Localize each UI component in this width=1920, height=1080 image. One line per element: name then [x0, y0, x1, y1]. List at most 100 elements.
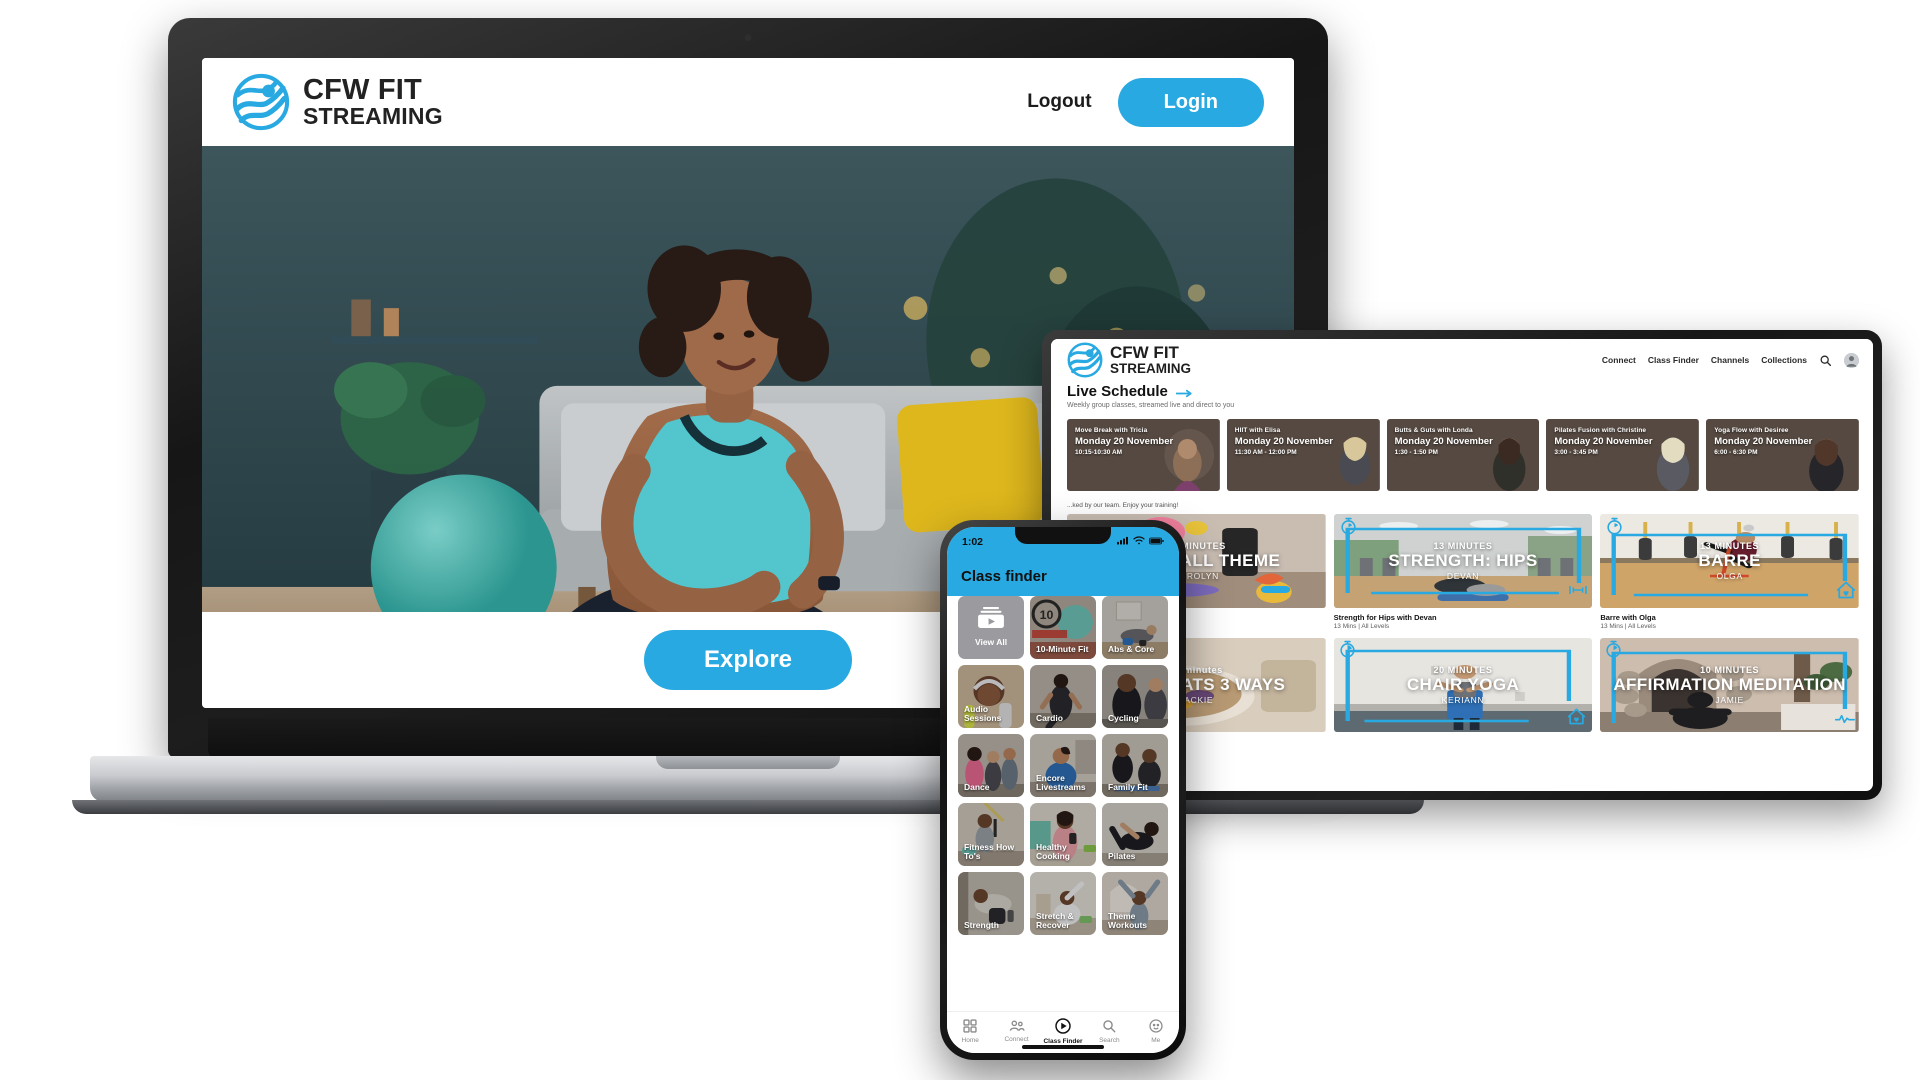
page-title: Class finder [961, 568, 1047, 585]
video-thumb-overlay: 20 MINUTES CHAIR YOGA KERIANN [1334, 638, 1593, 732]
class-tile-view-all[interactable]: View All [958, 596, 1024, 659]
video-instructor: DEVAN [1446, 570, 1480, 581]
video-thumb-overlay: 13 MINUTES BARRE OLGA [1600, 514, 1859, 608]
video-thumb-overlay: 10 MINUTES AFFIRMATION MEDITATION JAMIE [1600, 638, 1859, 732]
video-card[interactable]: 20 MINUTES CHAIR YOGA KERIANN [1333, 638, 1593, 737]
class-tile-label: Theme Workouts [1108, 910, 1148, 930]
tab-label: Search [1099, 1037, 1120, 1044]
class-tile-label: Audio Sessions [964, 703, 1002, 723]
live-card-date: Monday 20 November [1234, 436, 1333, 447]
live-class-card[interactable]: Move Break with Tricia Monday 20 Novembe… [1067, 419, 1220, 491]
tab-connect[interactable]: Connect [993, 1020, 1039, 1043]
video-thumb-overlay: 13 MINUTES STRENGTH: HIPS DEVAN [1334, 514, 1593, 608]
class-tile-label: 10-Minute Fit [1036, 643, 1089, 654]
tab-label: Me [1151, 1037, 1161, 1044]
video-duration-label: 13 MINUTES [1433, 541, 1493, 552]
phone-notch [1015, 527, 1111, 544]
video-title: BARRE [1698, 551, 1761, 571]
search-icon [1102, 1019, 1116, 1035]
video-meta-title: Strength for Hips with Devan [1333, 613, 1437, 622]
class-tile[interactable]: Fitness How To's [958, 803, 1024, 866]
play-circle-icon [1055, 1018, 1071, 1036]
class-tile-label: Cardio [1036, 712, 1063, 723]
tablet-brand-logo[interactable]: CFW FIT STREAMING [1067, 342, 1191, 378]
nav-item-connect[interactable]: Connect [1602, 355, 1636, 365]
on-demand-subtitle: ...ked by our team. Enjoy your training! [1067, 502, 1179, 509]
live-card-title: Yoga Flow with Desiree [1714, 427, 1789, 434]
video-card[interactable]: 13 MINUTES BARRE OLGA Barre with Olga 13… [1600, 514, 1859, 630]
tablet-brand-wordmark: CFW FIT STREAMING [1110, 344, 1191, 375]
class-tile[interactable]: Cardio [1030, 665, 1096, 728]
live-class-card[interactable]: Pilates Fusion with Christine Monday 20 … [1546, 419, 1700, 491]
profile-icon [1149, 1019, 1163, 1035]
live-schedule-subtitle: Weekly group classes, streamed live and … [1067, 402, 1235, 409]
explore-button[interactable]: Explore [643, 630, 853, 690]
video-thumbnail[interactable]: 10 MINUTES AFFIRMATION MEDITATION JAMIE [1600, 638, 1859, 732]
arrow-right-icon[interactable] [1175, 386, 1193, 398]
class-tile[interactable]: Dance [958, 734, 1024, 797]
class-tile[interactable]: Family Fit [1102, 734, 1168, 797]
class-tile[interactable]: Stretch & Recover [1030, 872, 1096, 935]
video-library-icon [978, 607, 1004, 633]
live-card-text: Pilates Fusion with Christine Monday 20 … [1554, 427, 1691, 456]
class-tile[interactable]: Theme Workouts [1102, 872, 1168, 935]
live-schedule-row: Move Break with Tricia Monday 20 Novembe… [1051, 413, 1873, 499]
grid-home-icon [963, 1019, 977, 1035]
tab-home[interactable]: Home [947, 1019, 993, 1044]
class-tile[interactable]: 10 10-Minute Fit [1030, 596, 1096, 659]
phone-home-indicator [1022, 1045, 1104, 1049]
live-card-text: HIIT with Elisa Monday 20 November 11:30… [1235, 427, 1372, 456]
live-card-title: HIIT with Elisa [1234, 427, 1281, 434]
login-button[interactable]: Login [1117, 77, 1264, 127]
live-card-time: 10:15-10:30 AM [1075, 449, 1123, 456]
class-tile[interactable]: Strength [958, 872, 1024, 935]
cfw-wave-globe-logo-icon [1067, 342, 1103, 378]
live-card-time: 1:30 - 1:50 PM [1394, 449, 1438, 456]
tab-search[interactable]: Search [1086, 1019, 1132, 1044]
logout-link[interactable]: Logout [1027, 91, 1091, 113]
live-card-text: Yoga Flow with Desiree Monday 20 Novembe… [1714, 427, 1851, 456]
video-title: CHAIR YOGA [1406, 675, 1520, 695]
wifi-icon [1133, 536, 1145, 548]
video-instructor: KERIANN [1441, 694, 1485, 705]
live-card-text: Move Break with Tricia Monday 20 Novembe… [1075, 427, 1212, 456]
live-class-card[interactable]: Butts & Guts with Londa Monday 20 Novemb… [1386, 419, 1540, 491]
class-tile[interactable]: Cycling [1102, 665, 1168, 728]
brand-line2: STREAMING [303, 102, 443, 129]
video-instructor: OLGA [1716, 570, 1743, 581]
video-thumbnail[interactable]: 20 MINUTES CHAIR YOGA KERIANN [1333, 638, 1593, 732]
class-tile[interactable]: Audio Sessions [958, 665, 1024, 728]
video-instructor: JAMIE [1715, 694, 1744, 705]
brand-wordmark: CFW FIT STREAMING [303, 76, 443, 129]
live-class-card[interactable]: HIIT with Elisa Monday 20 November 11:30… [1226, 419, 1380, 491]
nav-item-collections[interactable]: Collections [1761, 355, 1807, 365]
video-meta-sub: 13 Mins | All Levels [1333, 623, 1390, 630]
tab-me[interactable]: Me [1133, 1019, 1179, 1044]
phone-device: 1:02 Class finder View All 10 10-Minute … [940, 520, 1186, 1060]
class-tile-label: Strength [964, 919, 999, 930]
search-icon[interactable] [1819, 354, 1832, 367]
class-tile[interactable]: Healthy Cooking [1030, 803, 1096, 866]
device-mockup-scene: CFW FIT STREAMING Logout Login Explore C… [0, 0, 1920, 1080]
live-card-title: Move Break with Tricia [1075, 427, 1148, 434]
live-card-text: Butts & Guts with Londa Monday 20 Novemb… [1395, 427, 1532, 456]
video-card[interactable]: 13 MINUTES STRENGTH: HIPS DEVAN Strength… [1333, 514, 1593, 630]
nav-item-class-finder[interactable]: Class Finder [1648, 355, 1699, 365]
class-tile[interactable]: Encore Livestreams [1030, 734, 1096, 797]
tab-class-finder[interactable]: Class Finder [1040, 1018, 1086, 1045]
brand-logo[interactable]: CFW FIT STREAMING [232, 73, 443, 131]
cellular-signal-icon [1117, 536, 1129, 548]
nav-item-channels[interactable]: Channels [1711, 355, 1749, 365]
class-tile[interactable]: Pilates [1102, 803, 1168, 866]
class-tile-label: Pilates [1108, 850, 1136, 861]
tablet-nav-links: Connect Class Finder Channels Collection… [1602, 352, 1859, 368]
video-card[interactable]: 10 MINUTES AFFIRMATION MEDITATION JAMIE [1600, 638, 1859, 737]
video-thumbnail[interactable]: 13 MINUTES BARRE OLGA [1600, 514, 1859, 608]
live-schedule-title-row[interactable]: Live Schedule [1067, 383, 1857, 400]
user-avatar-icon[interactable] [1844, 352, 1859, 368]
class-tile-label: Family Fit [1108, 781, 1148, 792]
video-thumbnail[interactable]: 13 MINUTES STRENGTH: HIPS DEVAN [1333, 514, 1593, 608]
class-tile[interactable]: Abs & Core [1102, 596, 1168, 659]
video-title: STRENGTH: HIPS [1388, 551, 1538, 571]
live-class-card[interactable]: Yoga Flow with Desiree Monday 20 Novembe… [1706, 419, 1859, 491]
